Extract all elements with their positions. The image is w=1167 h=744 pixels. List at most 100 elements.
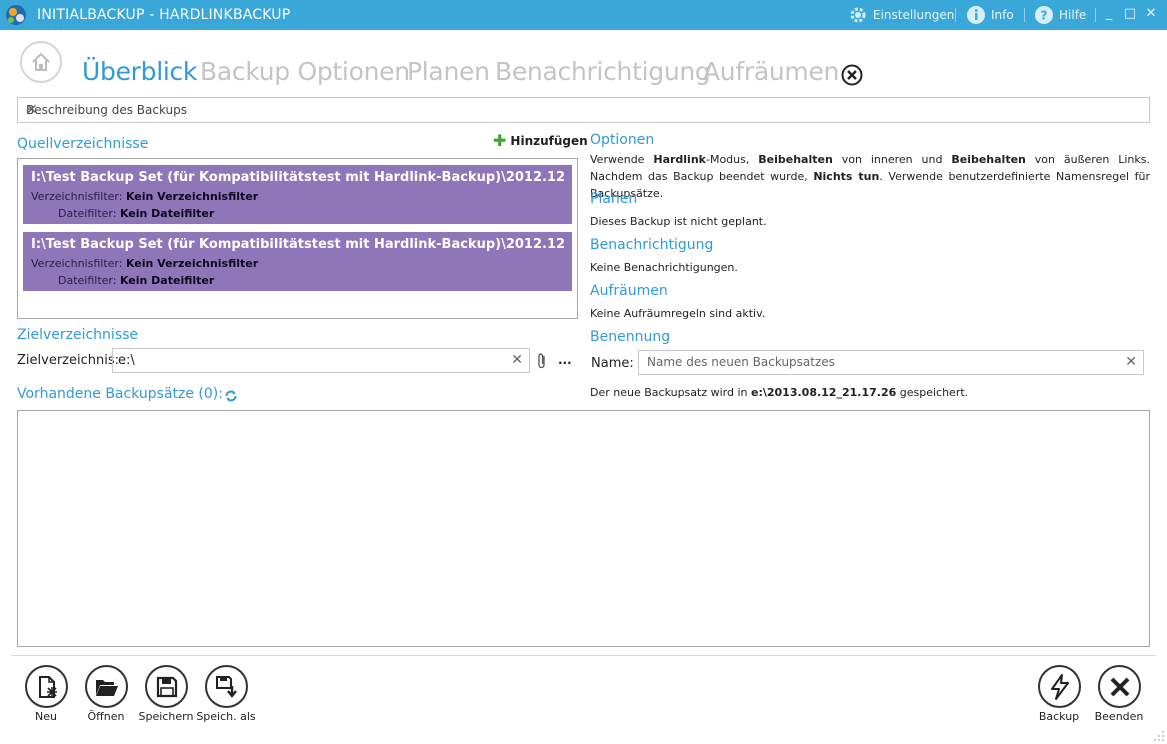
tab-benachrichtigung[interactable]: Benachrichtigung	[495, 57, 711, 86]
settings-button[interactable]: Einstellungen	[848, 5, 954, 25]
file-filter-value: Kein Dateifilter	[119, 207, 215, 220]
browse-more-button[interactable]: ...	[558, 353, 572, 367]
new-button[interactable]	[25, 665, 68, 708]
tab-planen[interactable]: Planen	[407, 57, 490, 86]
plus-icon: ✚	[493, 131, 507, 150]
options-summary: Verwende Hardlink-Modus, Beibehalten von…	[590, 151, 1150, 202]
dir-filter-label: Verzeichnisfilter:	[31, 190, 123, 203]
save-as-icon	[215, 675, 237, 698]
target-clear-icon[interactable]: ✕	[511, 352, 523, 368]
plan-heading: Planen	[590, 191, 638, 207]
window-title: INITIALBACKUP - HARDLINKBACKUP	[37, 7, 291, 23]
naming-target-summary: Der neue Backupsatz wird in e:\2013.08.1…	[590, 384, 1150, 401]
dir-filter-value: Kein Verzeichnisfilter	[125, 190, 259, 203]
gear-icon	[850, 7, 866, 23]
close-x-icon	[1110, 677, 1129, 696]
naming-text: gespeichert.	[896, 386, 969, 399]
separator	[955, 8, 956, 22]
lightning-icon	[1050, 673, 1069, 700]
file-filter-label: Dateifilter:	[58, 207, 117, 220]
target-input[interactable]: e:\ ✕	[112, 348, 530, 373]
separator	[1024, 8, 1025, 22]
info-button[interactable]: Info	[966, 5, 1014, 25]
refresh-icon[interactable]	[224, 389, 238, 403]
source-item[interactable]: I:\Test Backup Set (für Kompatibilitätst…	[23, 232, 572, 291]
source-path: I:\Test Backup Set (für Kompatibilitätst…	[31, 237, 566, 252]
file-filter-row: Dateifilter: Kein Dateifilter	[58, 274, 214, 287]
settings-label: Einstellungen	[873, 8, 955, 22]
target-heading: Zielverzeichnisse	[17, 327, 139, 343]
file-filter-label: Dateifilter:	[58, 274, 117, 287]
plan-summary: Dieses Backup ist nicht geplant.	[590, 215, 767, 228]
options-after-action: Nichts tun	[813, 170, 880, 183]
toolbar-divider	[11, 655, 1156, 656]
options-text: Verwende	[590, 153, 654, 166]
info-label: Info	[991, 8, 1014, 22]
tab-ueberblick[interactable]: Überblick	[82, 57, 197, 86]
options-inner-links: Beibehalten	[758, 153, 833, 166]
options-text: -Modus,	[705, 153, 759, 166]
quit-button[interactable]	[1098, 665, 1141, 708]
naming-path: e:\2013.08.12_21.17.26	[751, 386, 897, 399]
sources-heading: Quellverzeichnisse	[17, 136, 149, 152]
add-source-button[interactable]: ✚ Hinzufügen	[493, 131, 588, 150]
description-input[interactable]: Beschreibung des Backups ✕	[17, 97, 1150, 123]
backup-button[interactable]	[1038, 665, 1081, 708]
floppy-disk-icon	[156, 676, 177, 697]
naming-text: Der neue Backupsatz wird in	[590, 386, 751, 399]
existing-backups-list[interactable]	[17, 410, 1150, 647]
notify-summary: Keine Benachrichtigungen.	[590, 261, 738, 274]
save-as-button[interactable]	[205, 665, 248, 708]
info-icon	[967, 6, 985, 24]
help-button[interactable]: ? Hilfe	[1034, 5, 1086, 25]
paperclip-icon[interactable]	[536, 352, 548, 370]
separator	[1095, 8, 1096, 22]
svg-text:?: ?	[1041, 9, 1048, 23]
home-button[interactable]	[20, 41, 62, 83]
help-icon: ?	[1035, 6, 1053, 24]
app-logo-icon	[6, 5, 26, 25]
file-filter-value: Kein Dateifilter	[119, 274, 215, 287]
existing-backups-heading: Vorhandene Backupsätze (0):	[17, 386, 223, 402]
close-window-button[interactable]: ✕	[1143, 6, 1159, 22]
tab-aufraeumen[interactable]: Aufräumen	[703, 57, 839, 86]
name-clear-icon[interactable]: ✕	[1125, 354, 1137, 370]
open-button[interactable]	[85, 665, 128, 708]
tab-backup-optionen[interactable]: Backup Optionen	[200, 57, 410, 86]
save-as-label: Speich. als	[196, 710, 256, 723]
cleanup-summary: Keine Aufräumregeln sind aktiv.	[590, 307, 766, 320]
source-item[interactable]: I:\Test Backup Set (für Kompatibilitätst…	[23, 165, 572, 224]
options-mode: Hardlink	[653, 153, 706, 166]
source-path: I:\Test Backup Set (für Kompatibilitätst…	[31, 170, 566, 185]
name-label: Name:	[591, 356, 634, 371]
backup-name-input[interactable]: Name des neuen Backupsatzes ✕	[638, 350, 1144, 375]
maximize-button[interactable]: □	[1122, 6, 1138, 22]
file-filter-row: Dateifilter: Kein Dateifilter	[58, 207, 214, 220]
dir-filter-row: Verzeichnisfilter: Kein Verzeichnisfilte…	[31, 257, 258, 270]
home-icon	[32, 52, 50, 71]
cleanup-heading: Aufräumen	[590, 283, 668, 299]
save-button[interactable]	[145, 665, 188, 708]
resize-grip-icon[interactable]	[1153, 730, 1165, 742]
options-outer-links: Beibehalten	[951, 153, 1026, 166]
description-clear-icon[interactable]: ✕	[26, 102, 1143, 118]
options-text: von inneren und	[832, 153, 952, 166]
backup-name-placeholder: Name des neuen Backupsatzes	[647, 355, 835, 369]
target-value: e:\	[118, 353, 135, 368]
options-heading: Optionen	[590, 132, 655, 148]
close-circle-icon[interactable]	[841, 64, 863, 86]
dir-filter-row: Verzeichnisfilter: Kein Verzeichnisfilte…	[31, 190, 258, 203]
help-label: Hilfe	[1059, 8, 1087, 22]
add-source-label: Hinzufügen	[510, 134, 588, 148]
notify-heading: Benachrichtigung	[590, 237, 714, 253]
naming-heading: Benennung	[590, 329, 671, 345]
source-list[interactable]: I:\Test Backup Set (für Kompatibilitätst…	[17, 158, 578, 319]
dir-filter-value: Kein Verzeichnisfilter	[125, 257, 259, 270]
new-file-icon	[38, 675, 57, 698]
quit-label: Beenden	[1094, 710, 1144, 723]
title-bar: INITIALBACKUP - HARDLINKBACKUP Einstellu…	[0, 0, 1167, 30]
target-label: Zielverzeichnis:	[17, 353, 119, 368]
minimize-button[interactable]: _	[1101, 6, 1117, 22]
dir-filter-label: Verzeichnisfilter:	[31, 257, 123, 270]
folder-open-icon	[95, 679, 118, 696]
